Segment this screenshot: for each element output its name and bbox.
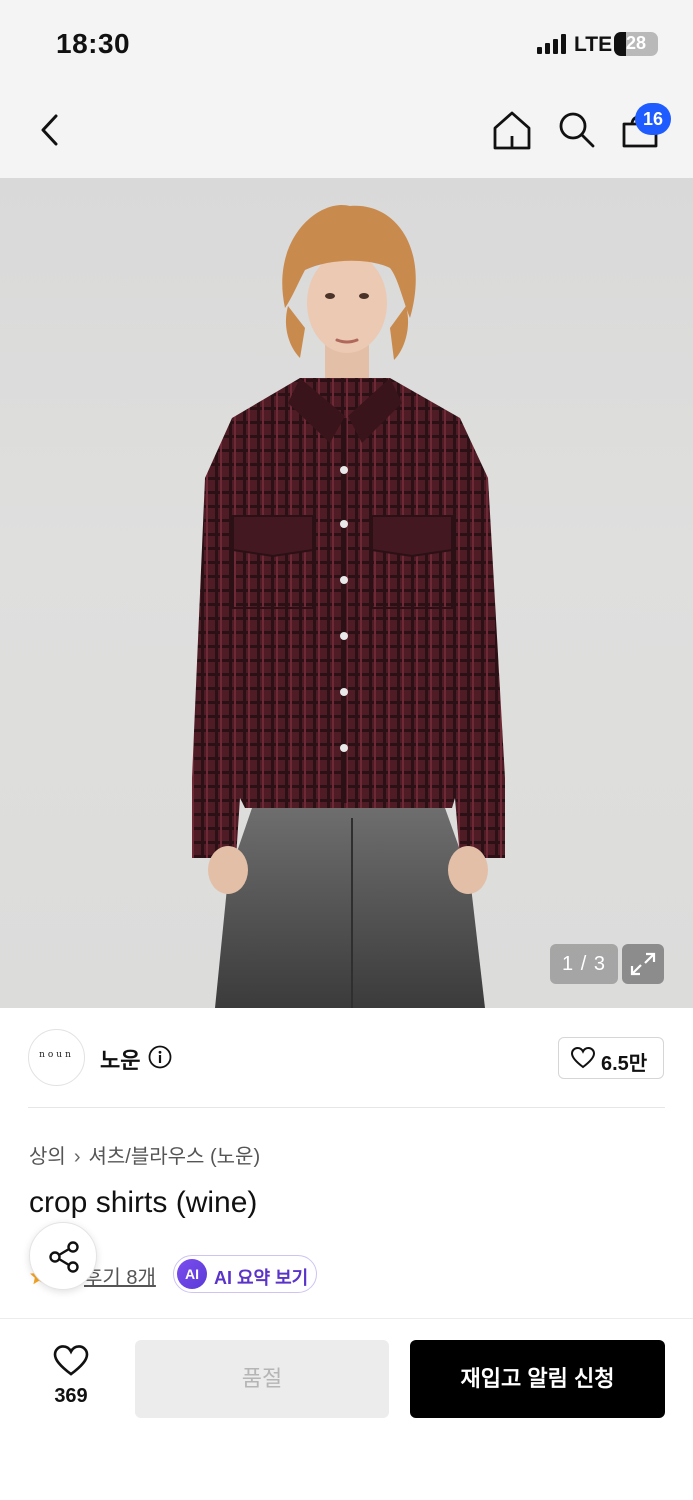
cart-count-badge: 16 — [635, 103, 671, 135]
product-title: crop shirts (wine) — [29, 1186, 258, 1219]
breadcrumb: 상의 › 셔츠/블라우스 (노운) — [29, 1140, 260, 1169]
share-button[interactable] — [29, 1222, 97, 1290]
image-pager: 1 / 3 — [550, 944, 618, 984]
battery-icon: 28 — [614, 32, 658, 56]
share-icon — [49, 1241, 79, 1273]
breadcrumb-subcategory[interactable]: 셔츠/블라우스 (노운) — [88, 1146, 260, 1168]
brand-like-count: 6.5만 — [601, 1053, 648, 1075]
back-icon[interactable] — [34, 108, 68, 152]
brand-like-button[interactable]: 6.5만 — [558, 1037, 664, 1079]
signal-icon — [537, 34, 566, 54]
restock-alert-button[interactable]: 재입고 알림 신청 — [410, 1340, 665, 1418]
top-header: 18:30 LTE 28 16 — [0, 0, 693, 178]
wish-count: 369 — [54, 1385, 88, 1407]
divider — [28, 1107, 665, 1108]
brand-logo[interactable]: noun — [28, 1029, 85, 1086]
product-image-gallery[interactable] — [0, 178, 693, 1008]
network-label: LTE — [574, 33, 613, 56]
heart-icon — [53, 1345, 89, 1376]
wish-button[interactable]: 369 — [38, 1343, 104, 1413]
product-detail-page: 18:30 LTE 28 16 1 / 3 noun 노운 6.5만 상의 › … — [0, 0, 693, 1500]
battery-level: 28 — [625, 33, 647, 53]
product-photo — [192, 204, 505, 1008]
ai-badge: AI — [177, 1259, 207, 1289]
ai-summary-button[interactable]: AI AI 요약 보기 — [173, 1255, 317, 1293]
brand-logo-text: noun — [39, 1050, 74, 1060]
soldout-button: 품절 — [135, 1340, 389, 1418]
breadcrumb-category[interactable]: 상의 — [29, 1146, 66, 1168]
search-icon[interactable] — [555, 108, 599, 152]
expand-icon[interactable] — [622, 944, 664, 984]
status-time: 18:30 — [56, 28, 131, 59]
brand-name[interactable]: 노운 — [100, 1043, 140, 1075]
info-icon[interactable] — [148, 1045, 172, 1069]
ai-summary-label: AI 요약 보기 — [214, 1268, 309, 1288]
chevron-right-icon: › — [73, 1146, 81, 1168]
home-icon[interactable] — [490, 108, 534, 152]
heart-icon — [571, 1047, 595, 1069]
